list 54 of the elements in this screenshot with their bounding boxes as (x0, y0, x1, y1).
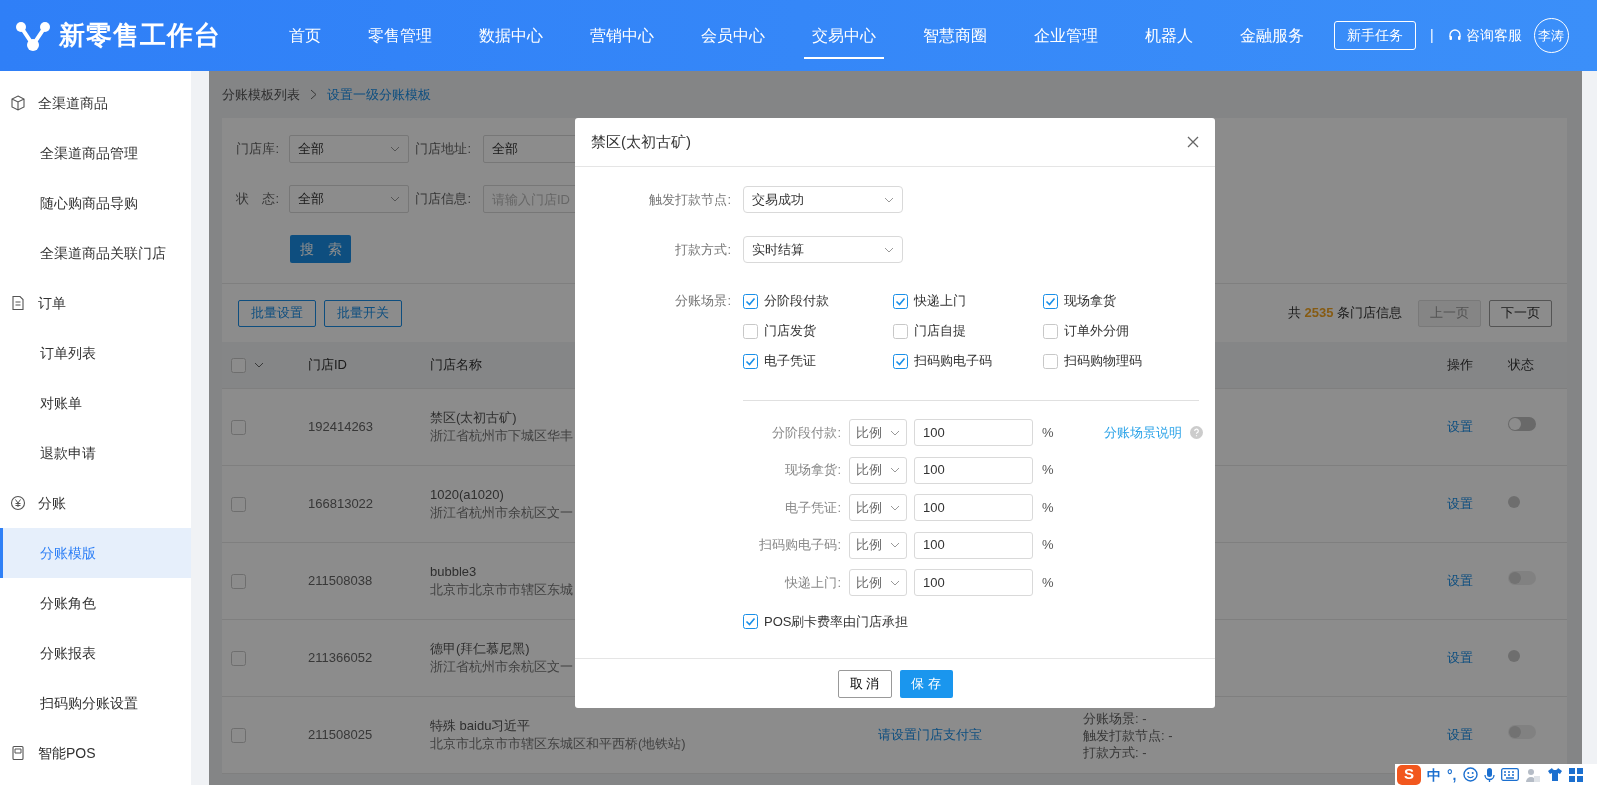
store-name: 特殊 baidu习近平 (430, 717, 531, 735)
table-cell-text: 211508038 (307, 572, 374, 591)
ratio-label: 快递上门: (784, 573, 842, 592)
store-name: 1020(a1020) (430, 486, 504, 504)
ratio-label: 电子凭证: (784, 498, 842, 517)
group-label: 全渠道商品 (38, 93, 108, 113)
checkbox-label: 分阶段付款 (764, 292, 829, 311)
column-header: 状态 (1508, 357, 1534, 373)
detail-text: 触发打款节点: - (1083, 726, 1173, 744)
unit-text: % (1042, 498, 1054, 517)
store-name: 禁区(太初古矿) (430, 409, 517, 427)
field-label: 触发打款节点: (648, 190, 731, 209)
field-label: 打款方式: (674, 240, 731, 259)
filter-label: 门店信息: (414, 190, 472, 209)
total-count-text: 共 2535 条门店信息 (1287, 304, 1402, 323)
table-cell-text: 211366052 (307, 649, 374, 668)
logo-text: 新零售工作台 (59, 19, 221, 52)
detail-text: 分账场景: - (1083, 709, 1147, 727)
column-header: 操作 (1447, 357, 1473, 373)
unit-text: % (1042, 536, 1054, 555)
store-address: 北京市北京市市辖区东城区和平西桥(地铁站) (430, 735, 686, 753)
unit-text: % (1042, 573, 1054, 592)
unit-text: % (1042, 423, 1054, 442)
unit-text: % (1042, 461, 1054, 480)
checkbox-label: 电子凭证 (764, 352, 816, 371)
table-cell-text: 166813022 (307, 495, 375, 514)
group-label: 分账 (38, 493, 66, 513)
table-cell-text: 192414263 (307, 418, 375, 437)
checkbox-label: 门店发货 (764, 322, 816, 341)
column-header: 门店名称 (430, 357, 482, 373)
table-cell-text: 211508025 (307, 726, 374, 745)
store-address: 浙江省杭州市下城区华丰 (430, 427, 573, 445)
ratio-label: 分阶段付款: (771, 423, 842, 442)
checkbox-label: POS刷卡费率由门店承担 (764, 612, 909, 631)
field-label: 分账场景: (674, 292, 731, 310)
filter-label: 状 态: (235, 190, 280, 209)
checkbox-label: 扫码购物理码 (1064, 352, 1142, 371)
column-header: 门店ID (308, 357, 347, 373)
store-name: bubble3 (430, 563, 477, 581)
checkbox-label: 订单外分佣 (1064, 322, 1129, 341)
filter-label: 门店地址: (414, 140, 472, 159)
checkbox-label: 现场拿货 (1064, 292, 1116, 311)
ratio-label: 现场拿货: (784, 461, 842, 480)
store-address: 北京市北京市市辖区东城 (430, 581, 573, 599)
checkbox-label: 扫码购电子码 (914, 352, 992, 371)
checkbox-label: 快递上门 (914, 292, 966, 311)
checkbox-label: 门店自提 (914, 322, 966, 341)
group-label: 智能POS (38, 743, 96, 763)
store-name: 德甲(拜仁慕尼黑) (430, 640, 530, 658)
filter-label: 门店库: (235, 140, 280, 159)
group-label: 订单 (38, 293, 66, 313)
ratio-label: 扫码购电子码: (758, 536, 842, 555)
separator-text: | (1430, 26, 1434, 45)
detail-text: 打款方式: - (1083, 743, 1147, 761)
